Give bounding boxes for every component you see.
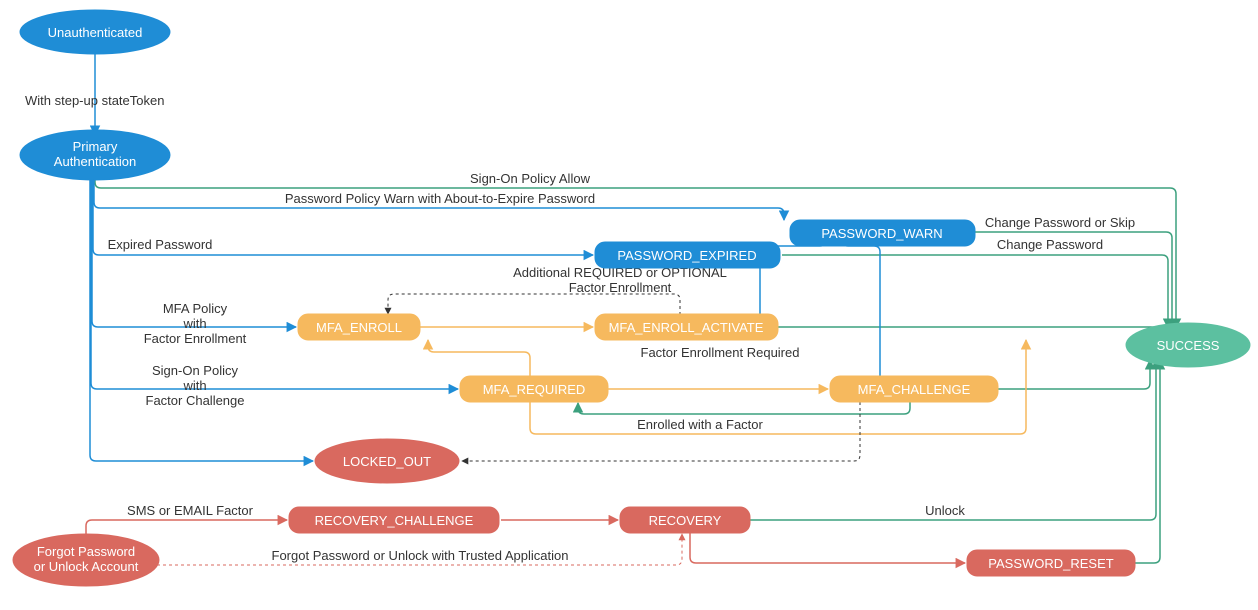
auth-flow-diagram: With step-up stateToken Sign-On Policy A…	[0, 0, 1258, 610]
text-password-warn: PASSWORD_WARN	[821, 226, 942, 241]
label-add2: Factor Enrollment	[569, 280, 672, 295]
text-password-expired: PASSWORD_EXPIRED	[617, 248, 756, 263]
label-mfa1: MFA Policy	[163, 301, 228, 316]
text-mfa-enroll: MFA_ENROLL	[316, 320, 402, 335]
edge-activate-success	[778, 327, 1164, 335]
text-recovery-challenge: RECOVERY_CHALLENGE	[315, 513, 474, 528]
label-change-skip: Change Password or Skip	[985, 215, 1135, 230]
label-forgot-trusted: Forgot Password or Unlock with Trusted A…	[272, 548, 569, 563]
text-mfa-required: MFA_REQUIRED	[483, 382, 586, 397]
edge-enroll-required	[428, 340, 530, 376]
label-unlock: Unlock	[925, 503, 965, 518]
label-stepup: With step-up stateToken	[25, 93, 164, 108]
label-enrolled: Enrolled with a Factor	[637, 417, 763, 432]
text-unauthenticated: Unauthenticated	[48, 25, 143, 40]
text-primary-l1: Primary	[73, 139, 118, 154]
edge-rec-reset	[690, 533, 965, 563]
text-primary-l2: Authentication	[54, 154, 136, 169]
label-signon-allow: Sign-On Policy Allow	[470, 171, 591, 186]
text-success: SUCCESS	[1157, 338, 1220, 353]
edge-additional	[388, 294, 680, 315]
label-mfa2: with	[182, 316, 206, 331]
label-so2: with	[182, 378, 206, 393]
label-so1: Sign-On Policy	[152, 363, 238, 378]
label-change-pwd: Change Password	[997, 237, 1103, 252]
text-forgot-l2: or Unlock Account	[34, 559, 139, 574]
text-locked-out: LOCKED_OUT	[343, 454, 431, 469]
edge-forgot-recchal	[86, 520, 287, 538]
text-recovery: RECOVERY	[649, 513, 722, 528]
label-mfa3: Factor Enrollment	[144, 331, 247, 346]
text-password-reset: PASSWORD_RESET	[988, 556, 1114, 571]
label-enroll-req: Factor Enrollment Required	[641, 345, 800, 360]
label-so3: Factor Challenge	[146, 393, 245, 408]
label-pwdwarn: Password Policy Warn with About-to-Expir…	[285, 191, 595, 206]
text-forgot-l1: Forgot Password	[37, 544, 135, 559]
edge-chal-warn	[842, 232, 880, 376]
text-mfa-challenge: MFA_CHALLENGE	[858, 382, 971, 397]
label-smsemail: SMS or EMAIL Factor	[127, 503, 254, 518]
edge-chal-success	[998, 360, 1150, 389]
text-mfa-enroll-activate: MFA_ENROLL_ACTIVATE	[609, 320, 764, 335]
label-expired: Expired Password	[108, 237, 213, 252]
edge-change-pwd	[782, 255, 1168, 328]
